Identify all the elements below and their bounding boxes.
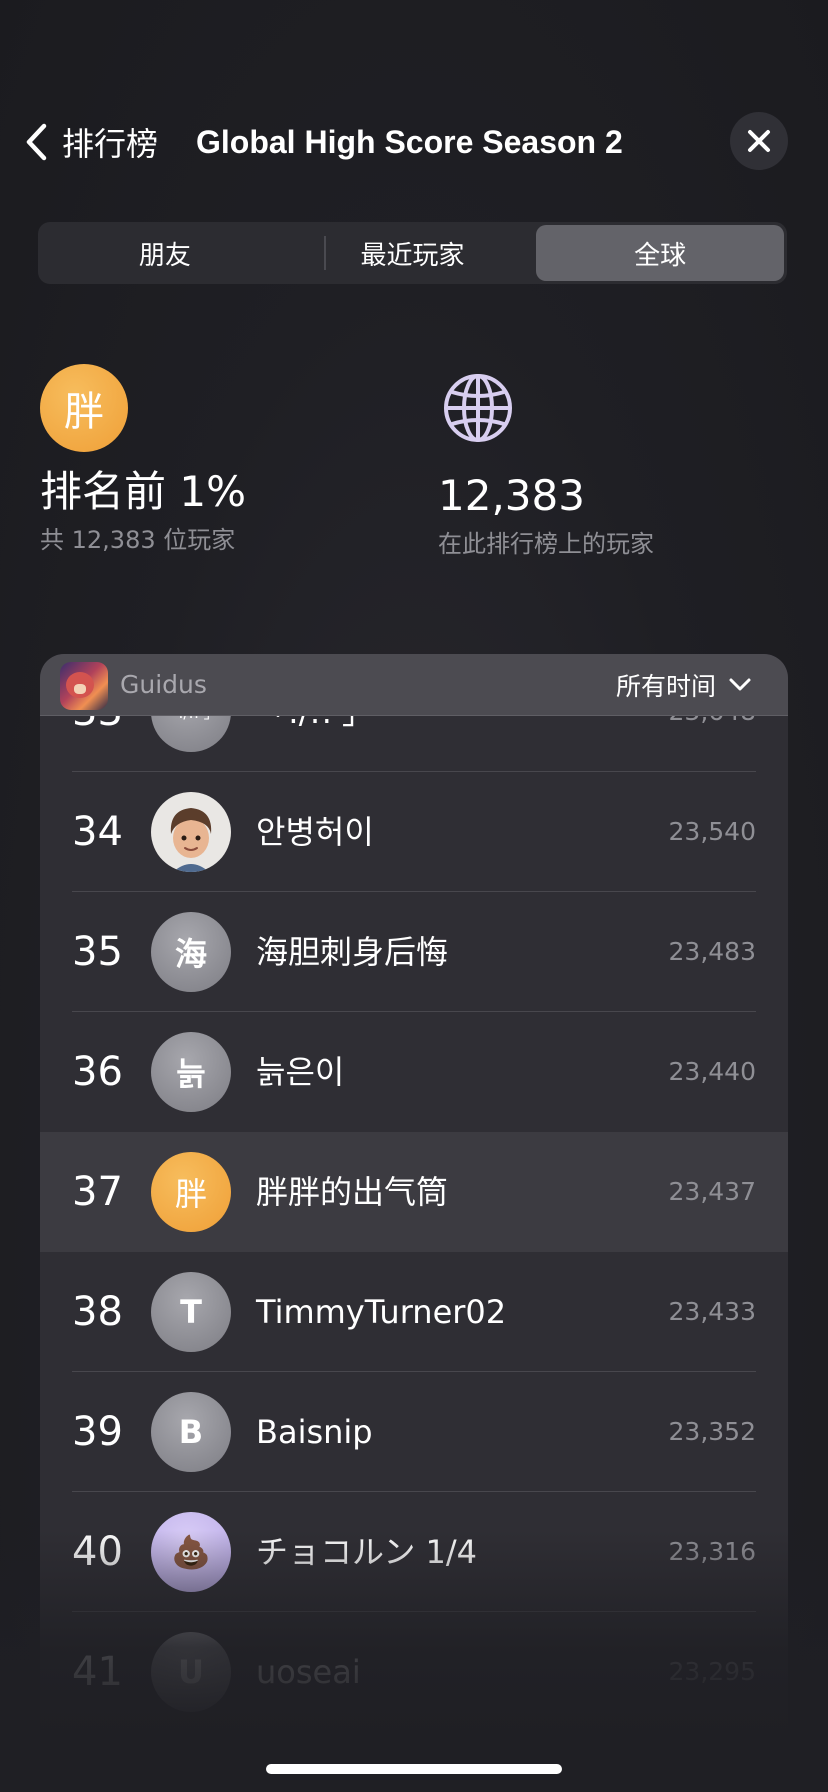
player-score: 23,433 <box>668 1297 756 1326</box>
leaderboard-screen: 排行榜 Global High Score Season 2 朋友 最近玩家 全… <box>0 0 828 1792</box>
globe-icon <box>444 374 512 442</box>
row-rank: 40 <box>72 1529 123 1575</box>
row-rank: 35 <box>72 929 123 975</box>
player-name: 胖胖的出气筒 <box>256 1173 449 1211</box>
home-indicator[interactable] <box>266 1764 562 1774</box>
table-row[interactable]: 35 海 海胆刺身后悔 23,483 <box>40 892 788 1012</box>
player-score: 23,352 <box>668 1417 756 1446</box>
table-row[interactable]: 38 T TimmyTurner02 23,433 <box>40 1252 788 1372</box>
player-name: 海胆刺身后悔 <box>256 933 449 971</box>
player-score: 23,295 <box>668 1657 756 1686</box>
row-rank: 39 <box>72 1409 123 1455</box>
player-score: 23,437 <box>668 1177 756 1206</box>
players-stat: 12,383 在此排行榜上的玩家 <box>438 364 654 559</box>
row-rank: 36 <box>72 1049 123 1095</box>
rank-subtitle: 共 12,383 位玩家 <box>40 526 236 554</box>
header: 排行榜 Global High Score Season 2 <box>0 112 828 172</box>
players-count: 12,383 <box>438 471 585 520</box>
avatar: 늙 <box>151 1032 231 1112</box>
chevron-left-icon <box>26 123 47 161</box>
avatar: 胖 <box>151 1152 231 1232</box>
player-score: 23,316 <box>668 1537 756 1566</box>
avatar: B <box>151 1392 231 1472</box>
table-row[interactable]: 39 B Baisnip 23,352 <box>40 1372 788 1492</box>
game-name: Guidus <box>120 670 207 699</box>
back-button[interactable]: 排行榜 <box>24 112 158 172</box>
table-row[interactable]: 34 안병허이 23,540 <box>40 772 788 892</box>
player-name: Baisnip <box>256 1413 373 1451</box>
memoji-face-icon <box>170 808 212 872</box>
player-name: 안병허이 <box>256 813 374 851</box>
back-label: 排行榜 <box>62 125 159 163</box>
avatar: U <box>151 1632 231 1712</box>
table-row[interactable]: 40 💩 チョコルン 1/4 23,316 <box>40 1492 788 1612</box>
time-filter-label: 所有时间 <box>615 672 716 701</box>
segment-divider <box>324 236 326 270</box>
player-score: 23,483 <box>668 937 756 966</box>
tab-recent-players[interactable]: 最近玩家 <box>289 225 537 281</box>
leaderboard-card: Guidus 所有时间 33 「:/:!'」 「:/:!'」 23,648 34 <box>40 654 788 1792</box>
avatar: T <box>151 1272 231 1352</box>
player-name: uoseai <box>256 1653 361 1691</box>
player-avatar: 胖 <box>40 364 128 452</box>
tab-global[interactable]: 全球 <box>536 225 785 281</box>
player-name: 늙은이 <box>256 1053 345 1091</box>
avatar: 海 <box>151 912 231 992</box>
players-subtitle: 在此排行榜上的玩家 <box>438 530 654 558</box>
table-row[interactable]: 36 늙 늙은이 23,440 <box>40 1012 788 1132</box>
rank-stat: 胖 排名前 1% 共 12,383 位玩家 <box>40 364 246 555</box>
player-name: TimmyTurner02 <box>256 1293 507 1331</box>
player-score: 23,440 <box>668 1057 756 1086</box>
table-row[interactable]: 41 U uoseai 23,295 <box>40 1612 788 1732</box>
row-rank: 38 <box>72 1289 123 1335</box>
leaderboard-header: Guidus 所有时间 <box>40 654 788 716</box>
chevron-down-icon <box>729 678 751 691</box>
rank-percent: 排名前 1% <box>40 467 246 516</box>
close-icon <box>748 130 770 152</box>
page-title: Global High Score Season 2 <box>196 124 623 160</box>
row-rank: 37 <box>72 1169 123 1215</box>
tab-friends[interactable]: 朋友 <box>41 225 289 281</box>
game-icon <box>60 662 108 710</box>
memoji-avatar <box>151 792 231 872</box>
time-filter-dropdown[interactable]: 所有时间 <box>616 654 752 716</box>
poop-emoji-avatar: 💩 <box>151 1512 231 1592</box>
row-rank: 34 <box>72 809 123 855</box>
scope-segmented-control: 朋友 最近玩家 全球 <box>38 222 787 284</box>
close-button[interactable] <box>730 112 788 170</box>
current-player-row[interactable]: 37 胖 胖胖的出气筒 23,437 <box>40 1132 788 1252</box>
player-score: 23,540 <box>668 817 756 846</box>
player-name: チョコルン 1/4 <box>256 1533 478 1571</box>
row-rank: 41 <box>72 1649 123 1695</box>
